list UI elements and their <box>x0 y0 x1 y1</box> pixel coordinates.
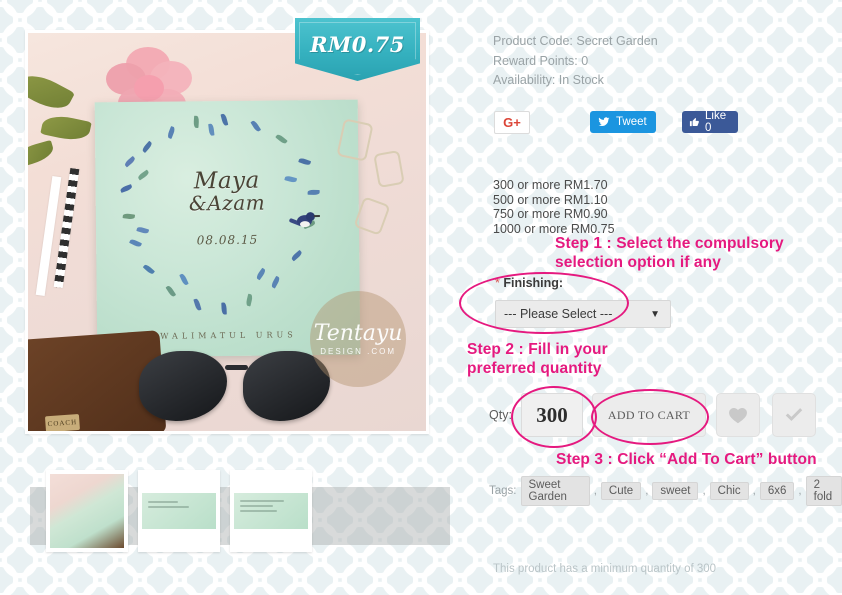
tag-separator: , <box>798 485 802 497</box>
tag-separator: , <box>752 485 756 497</box>
decor-sunglasses <box>139 351 331 427</box>
google-plus-label: G+ <box>503 115 521 130</box>
add-to-wishlist-button[interactable] <box>716 393 760 437</box>
card-couple-names: Maya &Azam <box>188 167 265 216</box>
tag-item[interactable]: Cute <box>600 482 642 500</box>
chevron-down-icon: ▼ <box>650 308 660 320</box>
image-watermark: Tentayu DESIGN .COM <box>310 291 407 388</box>
tweet-label: Tweet <box>616 116 647 128</box>
annotation-step-3: Step 3 : Click “Add To Cart” button <box>556 451 817 468</box>
price-ribbon-text: RM0.75 <box>310 32 405 57</box>
product-meta-list: Product Code: Secret Garden Reward Point… <box>493 32 823 91</box>
facebook-like-button[interactable]: Like 0 <box>682 110 739 134</box>
card-date: 08.08.15 <box>196 232 258 248</box>
thumbs-up-icon <box>689 117 699 127</box>
heart-icon <box>729 407 747 424</box>
decor-paper-shapes-3 <box>353 196 391 236</box>
twitter-tweet-button[interactable]: Tweet <box>590 111 656 133</box>
tag-item[interactable]: 2 fold <box>805 476 842 506</box>
tag-item[interactable]: 6x6 <box>759 482 795 500</box>
annotation-ellipse-finishing <box>459 272 629 334</box>
annotation-ellipse-quantity <box>511 386 597 448</box>
decor-paper-shapes <box>336 117 374 162</box>
tag-item[interactable]: Sweet Garden <box>520 476 590 506</box>
thumbnail-3[interactable] <box>230 470 312 552</box>
reward-points: Reward Points: 0 <box>493 53 589 68</box>
tier-row: 300 or more RM1.70 <box>493 178 608 192</box>
bird-decor <box>288 211 320 234</box>
annotation-step-2-line-2: preferred quantity <box>467 360 602 377</box>
product-code: Product Code: Secret Garden <box>493 34 658 48</box>
tier-row: 500 or more RM1.10 <box>493 192 608 207</box>
bulk-pricing-tiers: 300 or more RM1.70 500 or more RM1.10 75… <box>493 178 615 236</box>
tag-item[interactable]: sweet <box>652 482 699 500</box>
product-tags: Tags: Sweet Garden , Cute , sweet , Chic… <box>489 476 842 506</box>
quantity-label: Qty: <box>489 408 512 422</box>
minimum-quantity-note: This product has a minimum quantity of 3… <box>493 563 717 575</box>
check-icon <box>785 408 803 422</box>
twitter-bird-icon <box>598 117 610 127</box>
thumbnail-1[interactable] <box>46 470 128 552</box>
product-photo: Maya &Azam 08.08.15 WALIMATUL URUS COACH… <box>28 33 426 431</box>
annotation-step-1: Step 1 : Select the compulsory selection… <box>555 234 784 272</box>
tier-row: 750 or more RM0.90 <box>493 207 608 221</box>
tag-item[interactable]: Chic <box>709 482 749 500</box>
compare-button[interactable] <box>772 393 816 437</box>
tag-separator: , <box>593 485 597 497</box>
tag-separator: , <box>702 485 706 497</box>
thumbnail-2[interactable] <box>138 470 220 552</box>
annotation-step-1-line-1: Step 1 : Select the compulsory <box>555 235 784 252</box>
annotation-step-2: Step 2 : Fill in your preferred quantity <box>467 340 608 378</box>
facebook-like-label: Like 0 <box>705 110 727 134</box>
google-plus-button[interactable]: G+ <box>494 111 530 134</box>
tags-label: Tags: <box>489 485 517 497</box>
annotation-step-2-line-1: Step 2 : Fill in your <box>467 341 608 358</box>
product-main-image[interactable]: Maya &Azam 08.08.15 WALIMATUL URUS COACH… <box>25 30 429 434</box>
availability: Availability: In Stock <box>493 73 604 87</box>
decor-paper-shapes-2 <box>373 150 405 189</box>
tag-separator: , <box>645 485 649 497</box>
annotation-step-1-line-2: selection option if any <box>555 254 721 271</box>
wallet-brand-tag: COACH <box>44 414 80 431</box>
annotation-ellipse-add-to-cart <box>591 389 709 445</box>
